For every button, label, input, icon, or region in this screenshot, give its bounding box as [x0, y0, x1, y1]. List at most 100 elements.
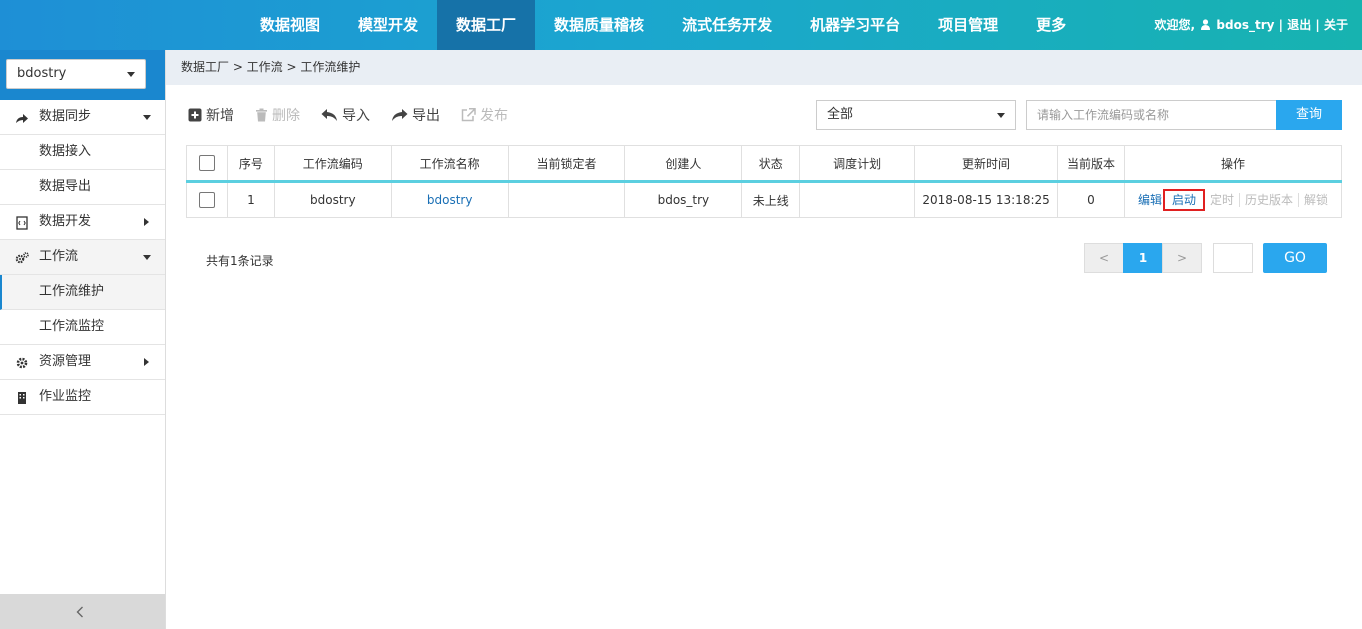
sidebar-item-resource-mgmt[interactable]: 资源管理	[0, 345, 165, 380]
export-button-label: 导出	[412, 108, 440, 124]
next-page-button[interactable]: >	[1162, 243, 1202, 273]
chevron-down-icon	[127, 72, 135, 77]
trash-icon	[256, 108, 267, 122]
sidebar-item-workflow[interactable]: 工作流	[0, 240, 165, 275]
sidebar-item-label: 数据接入	[39, 144, 92, 159]
sidebar-item-label: 数据导出	[39, 179, 92, 194]
nav-ml-platform[interactable]: 机器学习平台	[791, 0, 919, 50]
cell-schedule	[799, 181, 916, 218]
select-all-cell	[186, 145, 228, 182]
sidebar-item-label: 工作流维护	[39, 284, 105, 299]
sidebar-item-label: 作业监控	[39, 389, 92, 404]
import-button[interactable]: 导入	[321, 105, 370, 125]
chevron-right-icon	[144, 358, 149, 366]
cell-locker	[507, 181, 626, 218]
sidebar-collapse-button[interactable]	[0, 594, 165, 629]
nav-data-view[interactable]: 数据视图	[241, 0, 339, 50]
chevron-down-icon	[997, 113, 1005, 118]
column-header: 序号	[226, 145, 275, 182]
cell-creator: bdos_try	[624, 181, 743, 218]
chevron-left-icon	[76, 606, 83, 618]
select-all-checkbox[interactable]	[198, 155, 215, 171]
sidebar-item-label: 工作流	[39, 249, 79, 264]
logout-link[interactable]: 退出	[1287, 18, 1311, 32]
workflow-name-link[interactable]: bdostry	[427, 193, 473, 207]
separator: |	[1315, 18, 1320, 32]
about-link[interactable]: 关于	[1324, 18, 1348, 32]
project-select-value: bdostry	[17, 66, 67, 81]
sidebar-item-data-ingest[interactable]: 数据接入	[0, 135, 165, 170]
cell-version: 0	[1057, 181, 1125, 218]
edit-action[interactable]: 编辑	[1133, 193, 1167, 207]
column-header: 创建人	[624, 145, 743, 182]
sidebar-header: bdostry	[0, 50, 165, 100]
breadcrumb: 数据工厂 > 工作流 > 工作流维护	[166, 50, 1362, 85]
sidebar-item-label: 数据开发	[39, 214, 92, 229]
status-filter-select[interactable]: 全部	[816, 100, 1016, 130]
pagination: < 1 >	[1084, 243, 1202, 273]
sidebar-item-data-export[interactable]: 数据导出	[0, 170, 165, 205]
sidebar-item-data-sync[interactable]: 数据同步	[0, 100, 165, 135]
export-button[interactable]: 导出	[391, 105, 440, 125]
sidebar-item-label: 资源管理	[39, 354, 92, 369]
sidebar-item-workflow-monitor[interactable]: 工作流监控	[0, 310, 165, 345]
search-input[interactable]	[1026, 100, 1277, 130]
main-nav: 数据视图 模型开发 数据工厂 数据质量稽核 流式任务开发 机器学习平台 项目管理…	[241, 0, 1085, 50]
page-1-button[interactable]: 1	[1123, 243, 1163, 273]
column-header: 操作	[1123, 145, 1343, 182]
page-jump-input[interactable]	[1213, 243, 1253, 273]
sidebar-item-label: 数据同步	[39, 109, 92, 124]
sidebar-item-job-monitor[interactable]: 作业监控	[0, 380, 165, 415]
user-icon	[1201, 19, 1211, 30]
gear-icon	[16, 357, 28, 369]
code-file-icon	[16, 216, 28, 230]
sidebar: bdostry 数据同步 数据接入 数据导出 数据开发 工作流 工作流维护 工作…	[0, 50, 166, 629]
cell-ops: 编辑 启动 定时 历史版本 解锁	[1123, 181, 1343, 218]
nav-model-dev[interactable]: 模型开发	[339, 0, 437, 50]
go-button[interactable]: GO	[1263, 243, 1327, 273]
prev-page-button[interactable]: <	[1084, 243, 1124, 273]
workflow-table: 序号 工作流编码 工作流名称 当前锁定者 创建人 状态 调度计划 更新时间 当前…	[186, 145, 1343, 218]
delete-button[interactable]: 删除	[255, 105, 300, 125]
cell-status: 未上线	[741, 181, 801, 218]
unlock-action[interactable]: 解锁	[1299, 193, 1333, 207]
publish-button[interactable]: 发布	[461, 105, 508, 125]
top-navigation-bar: 数据视图 模型开发 数据工厂 数据质量稽核 流式任务开发 机器学习平台 项目管理…	[0, 0, 1362, 50]
start-action[interactable]: 启动	[1162, 189, 1205, 211]
row-select-cell	[186, 181, 228, 218]
chevron-down-icon	[143, 115, 151, 120]
nav-more[interactable]: 更多	[1017, 0, 1085, 50]
add-button-label: 新增	[206, 108, 234, 124]
nav-data-quality[interactable]: 数据质量稽核	[535, 0, 663, 50]
history-action[interactable]: 历史版本	[1240, 193, 1299, 207]
column-header: 工作流名称	[390, 145, 509, 182]
user-area: 欢迎您, bdos_try | 退出 | 关于	[1154, 0, 1348, 50]
add-button[interactable]: 新增	[188, 105, 234, 125]
column-header: 状态	[741, 145, 801, 182]
record-count: 共有1条记录	[206, 254, 274, 268]
chevron-down-icon	[143, 255, 151, 260]
nav-project-mgmt[interactable]: 项目管理	[919, 0, 1017, 50]
username: bdos_try	[1216, 18, 1275, 32]
nav-stream-task[interactable]: 流式任务开发	[663, 0, 791, 50]
cell-updated: 2018-08-15 13:18:25	[914, 181, 1059, 218]
forward-arrow-icon	[392, 109, 408, 121]
status-filter-value: 全部	[827, 107, 854, 122]
row-actions: 编辑 启动 定时 历史版本 解锁	[1125, 189, 1341, 211]
import-button-label: 导入	[342, 108, 370, 124]
plus-square-icon	[188, 108, 202, 122]
column-header: 当前版本	[1057, 145, 1125, 182]
cell-code: bdostry	[273, 181, 392, 218]
sidebar-item-data-dev[interactable]: 数据开发	[0, 205, 165, 240]
cell-name: bdostry	[390, 181, 509, 218]
search-button[interactable]: 查询	[1276, 100, 1342, 130]
reply-arrow-icon	[321, 109, 337, 121]
project-select[interactable]: bdostry	[6, 59, 146, 89]
sidebar-item-workflow-maintain[interactable]: 工作流维护	[0, 275, 165, 310]
schedule-action[interactable]: 定时	[1205, 193, 1240, 207]
gears-icon	[15, 252, 29, 264]
column-header: 更新时间	[914, 145, 1059, 182]
publish-button-label: 发布	[480, 108, 508, 124]
nav-data-factory[interactable]: 数据工厂	[437, 0, 536, 50]
row-checkbox[interactable]	[198, 192, 215, 208]
